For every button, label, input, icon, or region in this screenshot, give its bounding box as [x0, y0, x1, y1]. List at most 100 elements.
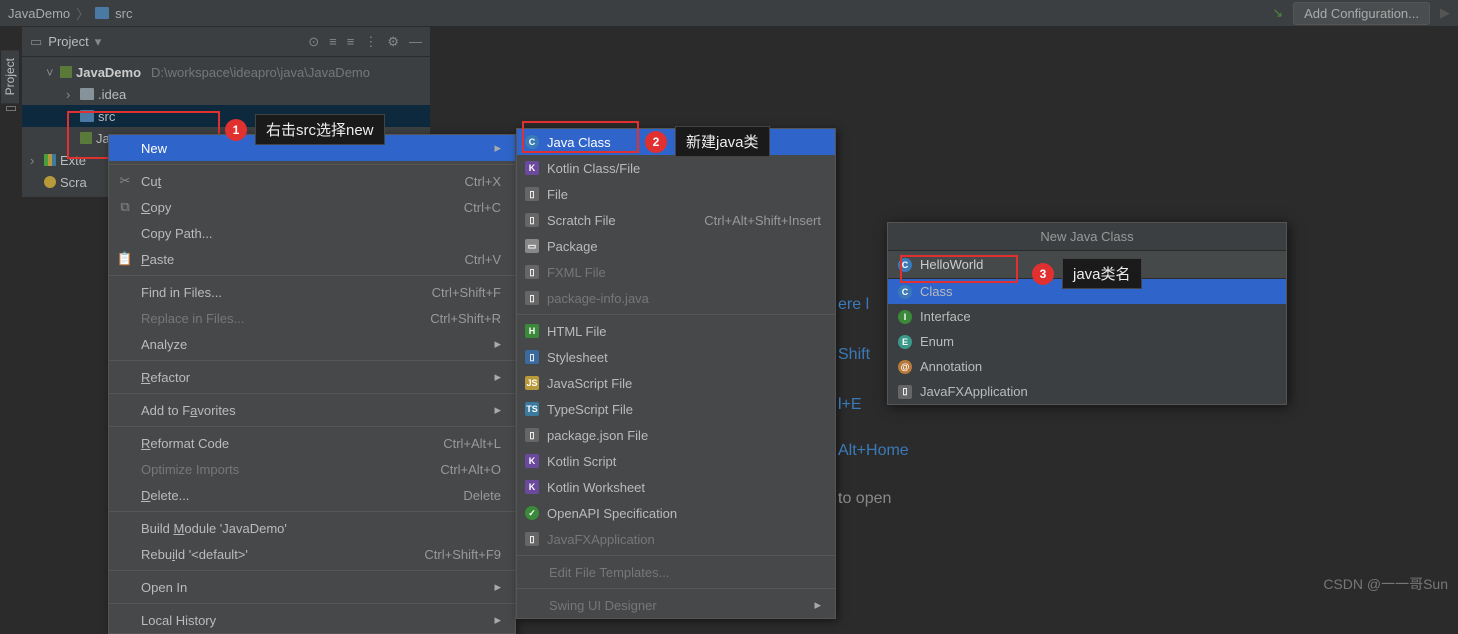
submenu-js[interactable]: JS JavaScript File	[517, 370, 835, 396]
menu-paste-shortcut: Ctrl+V	[465, 252, 501, 267]
menu-paste[interactable]: 📋 Paste Ctrl+V	[109, 246, 515, 272]
menu-analyze-label: Analyze	[141, 337, 486, 352]
menu-history[interactable]: Local History ▸	[109, 607, 515, 633]
submenu-css[interactable]: ▯ Stylesheet	[517, 344, 835, 370]
menu-fav-label: Add to Favorites	[141, 403, 486, 418]
dialog-opt-annotation[interactable]: @ Annotation	[888, 354, 1286, 379]
dialog-opt-javafx[interactable]: ▯ JavaFXApplication	[888, 379, 1286, 404]
tree-idea[interactable]: › .idea	[22, 83, 430, 105]
menu-optimize-label: Optimize Imports	[141, 462, 402, 477]
hint-3: l+E	[838, 396, 862, 414]
menu-copypath[interactable]: Copy Path...	[109, 220, 515, 246]
gear-icon[interactable]: ⚙	[387, 34, 399, 50]
submenu-pkgjson[interactable]: ▯ package.json File	[517, 422, 835, 448]
submenu-html[interactable]: H HTML File	[517, 318, 835, 344]
submenu-javafx-label: JavaFXApplication	[547, 532, 821, 547]
submenu-edit-tmpl[interactable]: Edit File Templates...	[517, 559, 835, 585]
hint-2: Shift	[838, 346, 870, 364]
tree-root[interactable]: ˅ JavaDemo D:\workspace\ideapro\java\Jav…	[22, 61, 430, 83]
breadcrumb[interactable]: JavaDemo 〉 src	[8, 4, 133, 23]
menu-delete-label: Delete...	[141, 488, 425, 503]
build-icon[interactable]: ↘	[1272, 5, 1283, 21]
submenu-fxml[interactable]: ▯ FXML File	[517, 259, 835, 285]
menu-find[interactable]: Find in Files... Ctrl+Shift+F	[109, 279, 515, 305]
menu-copy-shortcut: Ctrl+C	[464, 200, 501, 215]
arrow-right-icon[interactable]: ›	[66, 87, 76, 102]
dropdown-icon[interactable]: ▾	[95, 34, 102, 50]
menu-refactor[interactable]: Refactor ▸	[109, 364, 515, 390]
arrow-down-icon[interactable]: ˅	[46, 65, 56, 80]
submenu-kscript[interactable]: K Kotlin Script	[517, 448, 835, 474]
submenu-ts[interactable]: TS TypeScript File	[517, 396, 835, 422]
tree-root-path: D:\workspace\ideapro\java\JavaDemo	[151, 65, 370, 80]
submenu-html-label: HTML File	[547, 324, 821, 339]
submenu-openapi[interactable]: ✓ OpenAPI Specification	[517, 500, 835, 526]
package-icon: ▭	[525, 239, 539, 253]
folder-icon	[95, 7, 109, 19]
add-configuration-button[interactable]: Add Configuration...	[1293, 2, 1430, 25]
menu-copy[interactable]: ⧉ Copy Ctrl+C	[109, 194, 515, 220]
panel-title[interactable]: Project	[48, 34, 88, 49]
tree-root-name: JavaDemo	[76, 65, 141, 80]
target-icon[interactable]: ⊙	[308, 34, 319, 50]
submenu-javafx[interactable]: ▯ JavaFXApplication	[517, 526, 835, 552]
chevron-right-icon: 〉	[76, 4, 89, 23]
menu-separator	[109, 275, 515, 276]
menu-analyze[interactable]: Analyze ▸	[109, 331, 515, 357]
submenu-swing[interactable]: Swing UI Designer ▸	[517, 592, 835, 618]
sidebar-tab-project[interactable]: Project	[0, 50, 19, 103]
dialog-title: New Java Class	[888, 223, 1286, 251]
annotation-text-1: 右击src选择new	[255, 114, 385, 145]
menu-separator	[109, 426, 515, 427]
menu-rebuild[interactable]: Rebuild '<default>' Ctrl+Shift+F9	[109, 541, 515, 567]
submenu-scratch[interactable]: ▯ Scratch File Ctrl+Alt+Shift+Insert	[517, 207, 835, 233]
dialog-opt-interface-label: Interface	[920, 309, 971, 324]
menu-openin[interactable]: Open In ▸	[109, 574, 515, 600]
menu-separator	[517, 555, 835, 556]
collapse-icon[interactable]: ≡	[347, 34, 355, 50]
minimize-icon[interactable]: —	[409, 34, 422, 50]
menu-reformat-label: Reformat Code	[141, 436, 405, 451]
dialog-opt-enum[interactable]: E Enum	[888, 329, 1286, 354]
annotation-badge-2: 2	[645, 131, 667, 153]
menu-rebuild-shortcut: Ctrl+Shift+F9	[424, 547, 501, 562]
menu-replace-shortcut: Ctrl+Shift+R	[430, 311, 501, 326]
submenu-package[interactable]: ▭ Package	[517, 233, 835, 259]
submenu-kwork[interactable]: K Kotlin Worksheet	[517, 474, 835, 500]
breadcrumb-root[interactable]: JavaDemo	[8, 6, 70, 21]
menu-delete[interactable]: Delete... Delete	[109, 482, 515, 508]
js-icon: JS	[525, 376, 539, 390]
submenu-pkginfo[interactable]: ▯ package-info.java	[517, 285, 835, 311]
submenu-arrow-icon: ▸	[494, 140, 501, 156]
css-icon: ▯	[525, 350, 539, 364]
menu-favorites[interactable]: Add to Favorites ▸	[109, 397, 515, 423]
context-menu: New ▸ ✂ Cut Ctrl+X ⧉ Copy Ctrl+C Copy Pa…	[108, 134, 516, 634]
annotation-2: 2 新建java类	[645, 126, 770, 157]
scratch-icon	[44, 176, 56, 188]
menu-replace-label: Replace in Files...	[141, 311, 392, 326]
expand-icon[interactable]: ≡	[329, 34, 337, 50]
menu-copy-label: Copy	[141, 200, 426, 215]
run-icon[interactable]: ▶	[1440, 5, 1450, 21]
structure-icon[interactable]: ▭	[5, 100, 17, 116]
panel-header: ▭ Project ▾ ⊙ ≡ ≡ ⋮ ⚙ —	[22, 27, 430, 57]
submenu-arrow-icon: ▸	[494, 369, 501, 385]
breadcrumb-src[interactable]: src	[115, 6, 132, 21]
menu-reformat-shortcut: Ctrl+Alt+L	[443, 436, 501, 451]
dialog-opt-interface[interactable]: I Interface	[888, 304, 1286, 329]
javafx-icon: ▯	[525, 532, 539, 546]
submenu-arrow-icon: ▸	[494, 612, 501, 628]
submenu-kotlin[interactable]: K Kotlin Class/File	[517, 155, 835, 181]
file-icon: ▯	[525, 187, 539, 201]
menu-reformat[interactable]: Reformat Code Ctrl+Alt+L	[109, 430, 515, 456]
menu-cut[interactable]: ✂ Cut Ctrl+X	[109, 168, 515, 194]
submenu-file[interactable]: ▯ File	[517, 181, 835, 207]
menu-separator	[517, 314, 835, 315]
menu-replace[interactable]: Replace in Files... Ctrl+Shift+R	[109, 305, 515, 331]
arrow-right-icon[interactable]: ›	[30, 153, 40, 168]
folder-icon	[80, 88, 94, 100]
menu-build[interactable]: Build Module 'JavaDemo'	[109, 515, 515, 541]
menu-optimize[interactable]: Optimize Imports Ctrl+Alt+O	[109, 456, 515, 482]
enum-icon: E	[898, 335, 912, 349]
tree-idea-name: .idea	[98, 87, 126, 102]
